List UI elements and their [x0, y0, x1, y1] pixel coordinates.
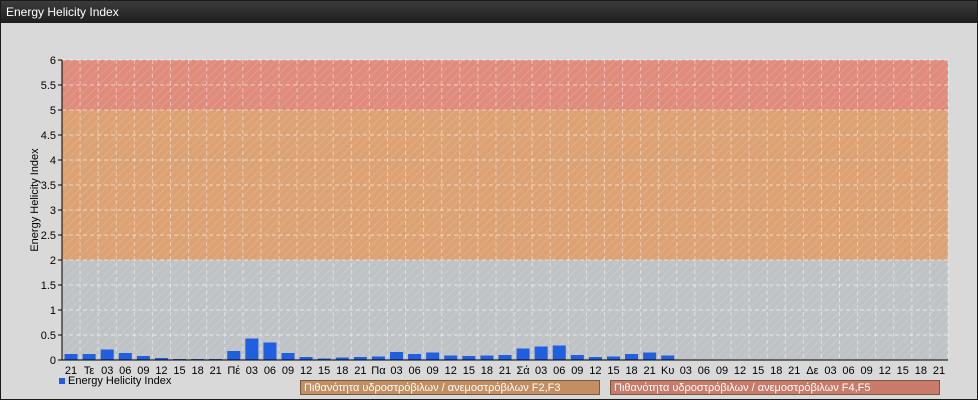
x-tick-label-38: 15	[752, 365, 764, 377]
bar-23[interactable]	[480, 355, 494, 361]
y-tick-label-8: 4	[50, 155, 56, 167]
window-title: Energy Helicity Index	[1, 1, 977, 23]
bar-28[interactable]	[570, 355, 584, 360]
bar-18[interactable]	[390, 352, 404, 360]
x-tick-label-40: 21	[788, 365, 800, 377]
y-tick-label-6: 3	[50, 205, 56, 217]
x-tick-label-45: 12	[879, 365, 891, 377]
x-tick-label-34: 03	[680, 365, 692, 377]
bar-32[interactable]	[643, 352, 657, 361]
legend-band-f2-f3: Πιθανότητα υδροστρόβιλων / ανεμοστρόβιλω…	[300, 380, 600, 395]
x-tick-labels: 21 Τε 03 06 09 12 15 18 21 Πέ 03 06 09 12 15 18 21 Πα 03 06…	[65, 365, 945, 377]
bar-0[interactable]	[64, 354, 78, 360]
x-tick-label-43: 06	[842, 365, 854, 377]
bar-4[interactable]	[136, 356, 150, 360]
x-tick-label-47: 18	[915, 365, 927, 377]
bar-31[interactable]	[625, 354, 639, 360]
bar-21[interactable]	[444, 355, 458, 361]
x-tick-label-48: 21	[933, 365, 945, 377]
x-tick-label-25: Σά	[516, 365, 530, 377]
bar-3[interactable]	[118, 353, 132, 360]
y-tick-label-0: 0	[50, 355, 56, 367]
x-tick-label-26: 03	[535, 365, 547, 377]
x-tick-label-14: 15	[318, 365, 330, 377]
x-tick-label-33: Κυ	[661, 365, 674, 377]
y-tick-label-4: 2	[50, 255, 56, 267]
y-tick-label-10: 5	[50, 105, 56, 117]
x-tick-label-15: 18	[336, 365, 348, 377]
bar-30[interactable]	[606, 356, 620, 361]
bar-2[interactable]	[100, 349, 114, 361]
x-tick-label-7: 18	[191, 365, 203, 377]
x-tick-label-20: 09	[427, 365, 439, 377]
bar-25[interactable]	[516, 348, 530, 361]
x-tick-label-28: 09	[571, 365, 583, 377]
legend-band-f2-f3-label: Πιθανότητα υδροστρόβιλων / ανεμοστρόβιλω…	[304, 382, 561, 394]
bar-24[interactable]	[498, 355, 512, 360]
x-tick-label-21: 12	[445, 365, 457, 377]
x-tick-label-29: 12	[589, 365, 601, 377]
legend-series-swatch	[59, 378, 65, 385]
x-tick-label-42: 03	[824, 365, 836, 377]
y-tick-label-11: 5.5	[41, 80, 56, 92]
x-tick-label-11: 06	[264, 365, 276, 377]
energy-helicity-chart: 00.511.522.533.544.555.56 21 Τε 03 06 09 12 15…	[29, 55, 949, 377]
x-tick-label-24: 21	[499, 365, 511, 377]
bar-20[interactable]	[426, 352, 440, 361]
x-tick-label-31: 18	[625, 365, 637, 377]
bar-11[interactable]	[263, 342, 277, 361]
x-tick-label-12: 09	[282, 365, 294, 377]
bar-17[interactable]	[371, 356, 385, 361]
x-tick-label-9: Πέ	[227, 365, 240, 377]
y-tick-label-5: 2.5	[41, 230, 56, 242]
x-tick-label-10: 03	[246, 365, 258, 377]
x-tick-label-22: 15	[463, 365, 475, 377]
x-tick-label-16: 21	[354, 365, 366, 377]
x-tick-label-27: 06	[553, 365, 565, 377]
x-tick-label-23: 18	[481, 365, 493, 377]
bar-10[interactable]	[245, 338, 259, 361]
legend-band-f4-f5: Πιθανότητα υδροστρόβιλων / ανεμοστρόβιλω…	[610, 380, 940, 395]
bar-19[interactable]	[408, 354, 422, 360]
x-tick-label-46: 15	[897, 365, 909, 377]
bar-33[interactable]	[661, 355, 675, 361]
x-tick-label-41: Δε	[806, 365, 818, 377]
x-tick-label-6: 15	[173, 365, 185, 377]
bar-9[interactable]	[227, 351, 241, 360]
bar-12[interactable]	[281, 353, 295, 360]
bar-27[interactable]	[552, 345, 566, 361]
legend-series-label: Energy Helicity Index	[68, 375, 172, 387]
x-tick-label-18: 03	[390, 365, 402, 377]
x-tick-label-17: Πα	[371, 365, 386, 377]
y-tick-label-9: 4.5	[41, 130, 56, 142]
x-tick-label-37: 12	[734, 365, 746, 377]
bar-1[interactable]	[82, 354, 96, 360]
x-tick-label-13: 12	[300, 365, 312, 377]
y-tick-label-2: 1	[50, 305, 56, 317]
x-tick-label-44: 09	[861, 365, 873, 377]
y-tick-labels: 0 0.5 1 1.5 2 2.5 3 3.5 4 4.5 5 5.5 6	[41, 55, 62, 367]
y-axis-title: Energy Helicity Index	[29, 148, 41, 252]
y-tick-label-12: 6	[50, 55, 56, 67]
x-tick-label-30: 15	[607, 365, 619, 377]
bar-22[interactable]	[462, 356, 476, 360]
y-tick-label-7: 3.5	[41, 180, 56, 192]
y-tick-label-3: 1.5	[41, 280, 56, 292]
x-tick-label-19: 06	[408, 365, 420, 377]
x-tick-label-32: 21	[644, 365, 656, 377]
legend-series-item[interactable]: Energy Helicity Index	[59, 375, 171, 388]
x-tick-label-35: 06	[698, 365, 710, 377]
x-tick-label-39: 18	[770, 365, 782, 377]
x-tick-label-36: 09	[716, 365, 728, 377]
x-tick-label-8: 21	[210, 365, 222, 377]
legend-band-f4-f5-label: Πιθανότητα υδροστρόβιλων / ανεμοστρόβιλω…	[614, 382, 871, 394]
y-tick-label-1: 0.5	[41, 330, 56, 342]
bar-26[interactable]	[534, 346, 548, 361]
